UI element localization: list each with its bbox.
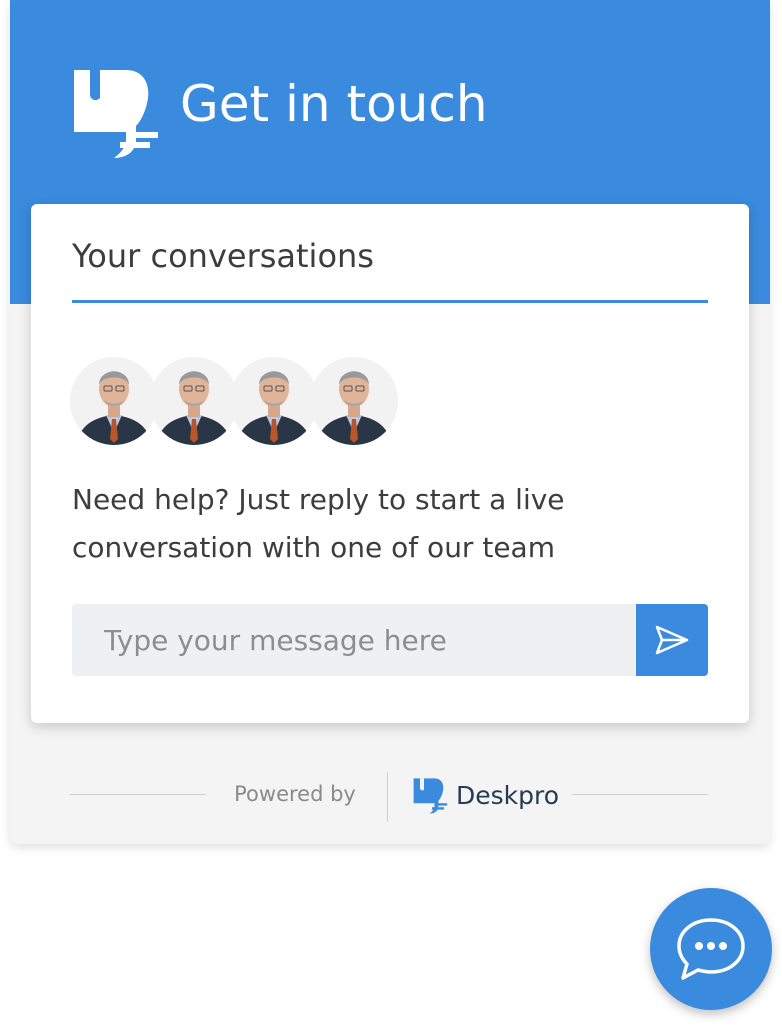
footer-divider bbox=[387, 772, 388, 822]
deskpro-logo-icon bbox=[413, 778, 448, 814]
deskpro-logo-icon bbox=[74, 70, 158, 158]
chat-bubble-icon bbox=[677, 918, 745, 980]
header-title: Get in touch bbox=[180, 75, 488, 133]
footer-line bbox=[70, 794, 206, 795]
send-button[interactable] bbox=[636, 604, 708, 676]
send-icon bbox=[655, 625, 689, 655]
conversations-card: Your conversations Need help? Just reply… bbox=[31, 204, 749, 723]
agent-avatar bbox=[150, 357, 238, 445]
agent-avatar bbox=[310, 357, 398, 445]
deskpro-brand-link[interactable]: Deskpro bbox=[412, 776, 559, 816]
card-title: Your conversations bbox=[72, 237, 374, 275]
brand-name: Deskpro bbox=[456, 781, 560, 810]
message-input[interactable] bbox=[72, 604, 636, 676]
widget-footer: Powered by Deskpro bbox=[10, 760, 770, 844]
powered-by-label: Powered by bbox=[234, 782, 356, 806]
agent-avatar bbox=[70, 357, 158, 445]
title-underline bbox=[72, 300, 708, 303]
help-text: Need help? Just reply to start a live co… bbox=[72, 483, 565, 564]
chat-launcher-button[interactable] bbox=[650, 888, 772, 1010]
chat-widget: Get in touch Your conversations Need hel… bbox=[10, 0, 770, 844]
agent-avatar bbox=[230, 357, 318, 445]
footer-line bbox=[572, 794, 708, 795]
agent-avatars bbox=[70, 357, 410, 445]
